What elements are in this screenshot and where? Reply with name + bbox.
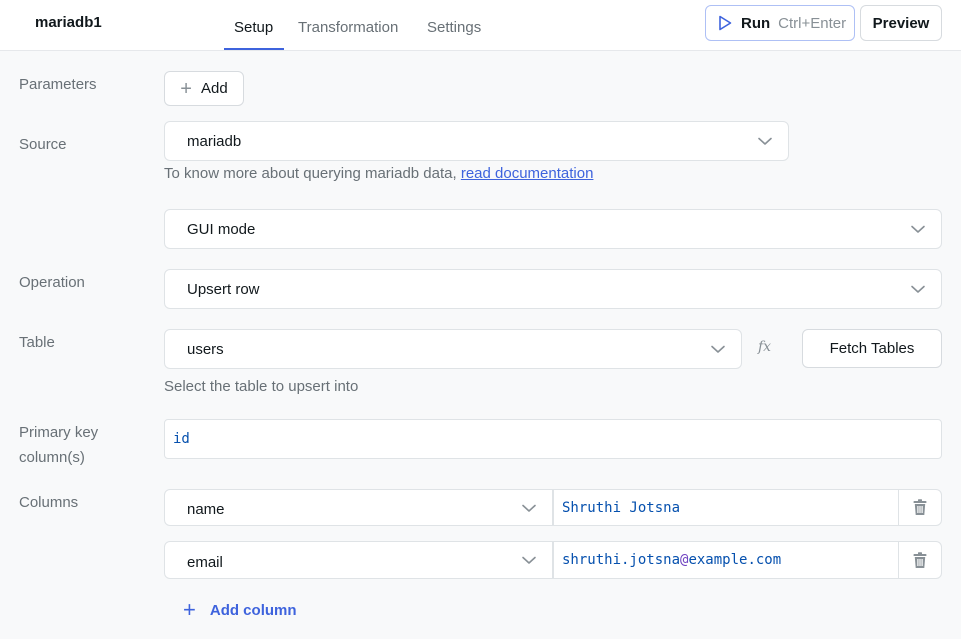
operation-select[interactable]: Upsert row [164, 269, 942, 309]
chevron-down-icon [758, 137, 772, 145]
chevron-down-icon [911, 225, 925, 233]
run-shortcut: Ctrl+Enter [778, 14, 847, 32]
query-header: mariadb1 Setup Transformation Settings R… [0, 0, 961, 51]
chevron-down-icon [711, 345, 725, 353]
column-email-value: email [187, 553, 223, 571]
column-select-name[interactable]: name [164, 489, 553, 526]
read-documentation-link[interactable]: read documentation [461, 165, 594, 182]
preview-button[interactable]: Preview [860, 5, 942, 41]
operation-value: Upsert row [187, 280, 260, 298]
primary-key-value: id [173, 431, 190, 447]
email-at: @ [680, 552, 689, 568]
column-select-email[interactable]: email [164, 541, 553, 579]
chevron-down-icon [911, 285, 925, 293]
mode-select[interactable]: GUI mode [164, 209, 942, 249]
chevron-down-icon [522, 556, 536, 564]
add-column-button[interactable]: + Add column [183, 599, 297, 621]
primary-key-label-line1: Primary key [19, 424, 99, 441]
email-domain: example.com [688, 552, 782, 568]
primary-key-label: Primary key column(s) [19, 420, 98, 470]
column-value-input-name[interactable]: Shruthi Jotsna [553, 489, 899, 526]
trash-icon [913, 551, 927, 568]
parameters-label: Parameters [19, 76, 97, 93]
delete-column-button[interactable] [898, 541, 942, 579]
mode-value: GUI mode [187, 220, 256, 238]
table-value: users [187, 340, 224, 358]
add-parameter-button[interactable]: + Add [164, 71, 244, 106]
table-label: Table [19, 334, 55, 351]
run-label: Run [741, 14, 771, 32]
source-value: mariadb [187, 132, 242, 150]
fx-icon[interactable]: fx [758, 339, 771, 355]
source-select[interactable]: mariadb [164, 121, 789, 161]
add-parameter-label: Add [200, 80, 228, 97]
plus-icon: + [180, 77, 192, 100]
plus-icon: + [183, 597, 196, 622]
query-name[interactable]: mariadb1 [35, 14, 102, 31]
active-tab-indicator [224, 48, 284, 50]
columns-label: Columns [19, 494, 79, 511]
run-button[interactable]: Run Ctrl+Enter [705, 5, 855, 41]
source-label: Source [19, 136, 67, 153]
column-value-input-email[interactable]: shruthi.jotsna @ example.com [553, 541, 899, 579]
operation-label: Operation [19, 274, 85, 291]
table-help-text: Select the table to upsert into [164, 378, 359, 395]
primary-key-input[interactable]: id [164, 419, 942, 459]
table-select[interactable]: users [164, 329, 742, 369]
tab-settings[interactable]: Settings [427, 19, 481, 36]
tab-transformation[interactable]: Transformation [298, 19, 398, 36]
tab-setup[interactable]: Setup [234, 19, 273, 36]
add-column-label: Add column [209, 601, 297, 619]
play-icon [719, 15, 732, 31]
trash-icon [913, 499, 927, 515]
source-help-text: To know more about querying mariadb data… [164, 165, 457, 182]
primary-key-label-line2: column(s) [19, 449, 85, 466]
fetch-tables-button[interactable]: Fetch Tables [802, 329, 942, 368]
column-name-value: name [187, 501, 225, 518]
email-user: shruthi.jotsna [562, 552, 681, 568]
delete-column-button[interactable] [898, 489, 942, 526]
column-value-name: Shruthi Jotsna [562, 499, 681, 516]
chevron-down-icon [522, 504, 536, 512]
source-helper: To know more about querying mariadb data… [164, 165, 593, 182]
